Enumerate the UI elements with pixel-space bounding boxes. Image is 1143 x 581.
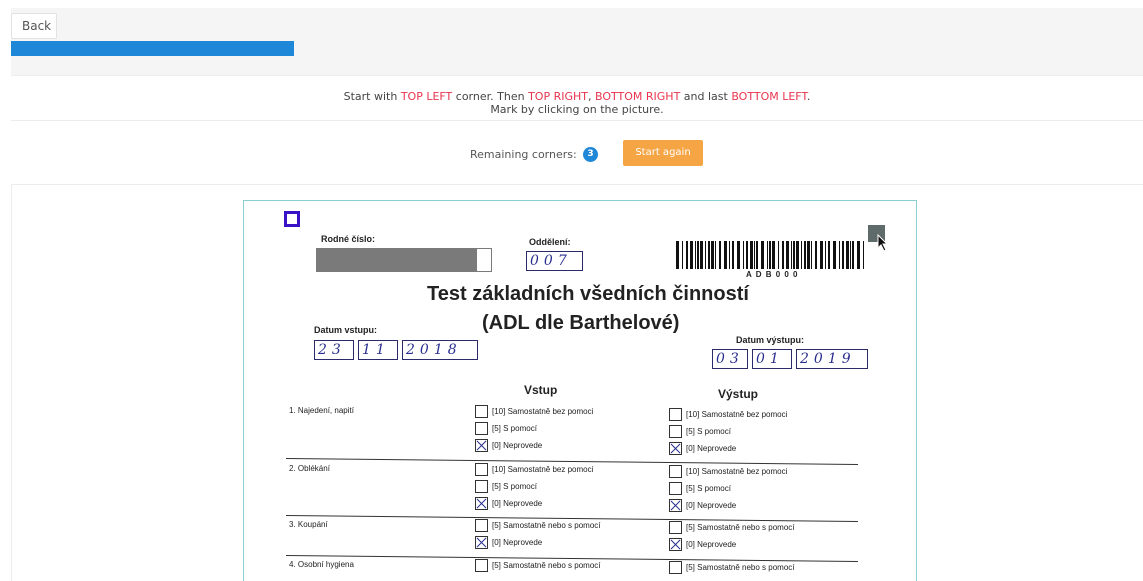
scanned-document-image[interactable]: Rodné číslo: Oddělení: 007 A D B 0 0 0 T…	[243, 200, 917, 581]
oddeleni-value: 007	[526, 251, 583, 271]
barcode-icon	[676, 241, 864, 269]
datum-vystupu-year: 2019	[796, 349, 868, 369]
row-3-vstup-opt-2: [0] Neprovede	[492, 538, 543, 547]
document-title-line-2: (ADL dle Barthelové)	[482, 312, 680, 334]
checkbox	[669, 425, 682, 438]
checkbox-checked	[475, 439, 488, 452]
top-left-corner-marker	[284, 211, 300, 227]
row-2-vstup-opt-3: [0] Neprovede	[492, 499, 543, 508]
instr-text-5: .	[806, 90, 811, 103]
redacted-field	[316, 248, 492, 272]
datum-vystupu-month: 01	[752, 349, 792, 369]
corner-bottom-right-label: BOTTOM RIGHT	[594, 90, 681, 103]
checkbox-checked	[669, 538, 682, 551]
checkbox	[669, 561, 682, 574]
row-1-vystup-opt-1: [10] Samostatně bez pomoci	[686, 410, 788, 419]
row-4-vystup-opt-1: [5] Samostatně nebo s pomocí	[686, 563, 795, 572]
row-1-vstup-opt-2: [5] S pomocí	[492, 424, 537, 433]
checkbox	[475, 480, 488, 493]
vstup-header: Vstup	[524, 383, 558, 397]
row-3-vystup-opt-2: [0] Neprovede	[686, 540, 737, 549]
checkbox	[475, 519, 488, 532]
instr-text-3: ,	[587, 90, 595, 103]
row-2-vstup-opt-2: [5] S pomocí	[492, 482, 537, 491]
datum-vstupu-year: 2018	[402, 340, 478, 360]
corner-top-left-label: TOP LEFT	[400, 90, 453, 103]
checkbox	[669, 408, 682, 421]
mouse-cursor-icon	[877, 234, 889, 252]
divider	[11, 184, 12, 581]
row-2-vystup-opt-3: [0] Neprovede	[686, 501, 737, 510]
instr-text-4: and last	[680, 90, 732, 103]
checkbox-checked	[475, 536, 488, 549]
row-3-vystup-opt-1: [5] Samostatně nebo s pomocí	[686, 523, 795, 532]
checkbox-checked	[475, 497, 488, 510]
vystup-header: Výstup	[718, 387, 759, 401]
checkbox	[475, 405, 488, 418]
row-4-label: 4. Osobní hygiena	[289, 560, 354, 569]
back-button[interactable]: Back	[11, 13, 57, 39]
row-1-vystup-opt-2: [5] S pomocí	[686, 427, 731, 436]
row-2-vstup-opt-1: [10] Samostatně bez pomoci	[492, 465, 594, 474]
datum-vystupu-day: 03	[712, 349, 748, 369]
datum-vstupu-day: 23	[314, 340, 354, 360]
checkbox-checked	[669, 499, 682, 512]
row-1-vstup-opt-3: [0] Neprovede	[492, 441, 543, 450]
datum-vstupu-label: Datum vstupu:	[314, 325, 377, 335]
instructions: Start with TOP LEFT corner. Then TOP RIG…	[11, 75, 1143, 121]
datum-vstupu-month: 11	[358, 340, 398, 360]
row-2-label: 2. Oblékání	[289, 464, 330, 473]
controls-bar: Remaining corners: 3 Start again	[11, 120, 1143, 185]
row-3-vstup-opt-1: [5] Samostatně nebo s pomocí	[492, 521, 601, 530]
checkbox	[475, 463, 488, 476]
corner-bottom-left-label: BOTTOM LEFT	[731, 90, 807, 103]
corner-top-right-label: TOP RIGHT	[528, 90, 588, 103]
row-1-vstup-opt-1: [10] Samostatně bez pomoci	[492, 407, 594, 416]
row-2-vystup-opt-1: [10] Samostatně bez pomoci	[686, 467, 788, 476]
checkbox	[669, 465, 682, 478]
rodne-cislo-label: Rodné číslo:	[321, 234, 376, 244]
instructions-line-1: Start with TOP LEFT corner. Then TOP RIG…	[11, 90, 1143, 103]
instr-text-2: corner. Then	[452, 90, 529, 103]
checkbox	[669, 482, 682, 495]
row-divider	[285, 458, 858, 465]
row-1-vystup-opt-3: [0] Neprovede	[686, 444, 737, 453]
row-4-vstup-opt-1: [5] Samostatně nebo s pomocí	[492, 561, 601, 570]
start-again-button[interactable]: Start again	[623, 140, 703, 166]
checkbox	[475, 422, 488, 435]
instr-text-1: Start with	[343, 90, 401, 103]
remaining-corners-label: Remaining corners:	[470, 148, 577, 161]
row-2-vystup-opt-2: [5] S pomocí	[686, 484, 731, 493]
row-1-label: 1. Najedení, napití	[289, 406, 354, 415]
checkbox-checked	[669, 442, 682, 455]
row-3-label: 3. Koupání	[289, 520, 328, 529]
datum-vystupu-label: Datum výstupu:	[736, 335, 805, 345]
instructions-line-2: Mark by clicking on the picture.	[490, 103, 664, 116]
progress-bar	[11, 41, 294, 56]
redacted-field-end	[476, 248, 492, 272]
barcode-code: A D B 0 0 0	[746, 270, 799, 279]
remaining-corners-badge: 3	[583, 147, 598, 162]
checkbox	[475, 559, 488, 572]
checkbox	[669, 521, 682, 534]
document-title-line-1: Test základních všedních činností	[427, 283, 749, 305]
oddeleni-label: Oddělení:	[529, 237, 571, 247]
